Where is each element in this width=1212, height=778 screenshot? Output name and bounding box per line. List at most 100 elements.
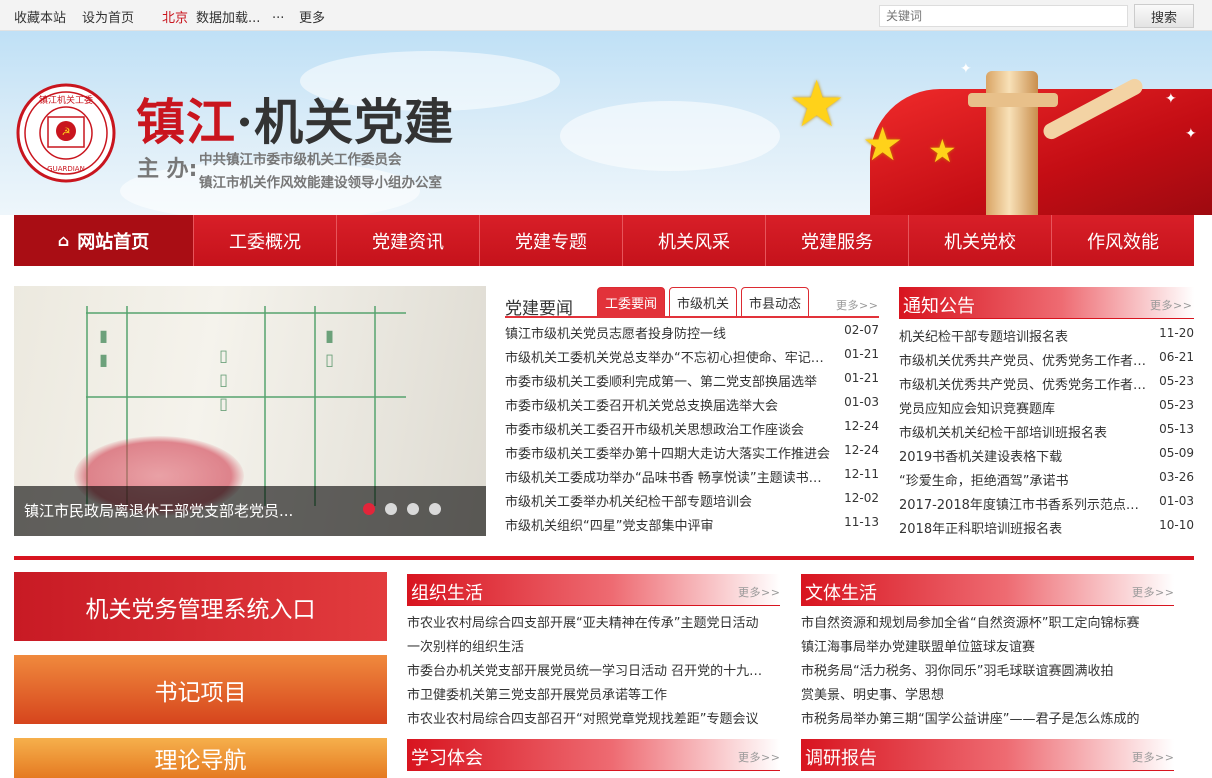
list-item-title[interactable]: 市级机关机关纪检干部培训班报名表 xyxy=(899,422,1151,441)
list-item[interactable]: 市级机关优秀共产党员、优秀党务工作者推荐表 06-21 xyxy=(899,350,1194,370)
nav-item-style[interactable]: 机关风采 xyxy=(622,215,765,266)
list-item[interactable]: 市税务局“活力税务、羽你同乐”羽毛球联谊赛圆满收拍 xyxy=(801,660,1174,680)
culture-header: 文体生活 更多>> xyxy=(801,574,1174,606)
slide-dot-2[interactable] xyxy=(385,503,397,515)
list-item-title[interactable]: 市委市级机关工委顺利完成第一、第二党支部换届选举 xyxy=(505,371,830,390)
list-item-title[interactable]: 2018年正科职培训班报名表 xyxy=(899,518,1151,537)
list-item-title[interactable]: 市级机关优秀共产党员、优秀党务工作者推荐表 xyxy=(899,350,1151,369)
list-item[interactable]: 市级机关机关纪检干部培训班报名表 05-13 xyxy=(899,422,1194,442)
notice-more-link[interactable]: 更多>> xyxy=(1150,297,1192,313)
research-title: 调研报告 xyxy=(805,748,877,769)
list-item[interactable]: 市委市级机关工委顺利完成第一、第二党支部换届选举 01-21 xyxy=(505,371,879,391)
list-item-title[interactable]: 一次别样的组织生活 xyxy=(407,636,769,655)
culture-list: 市自然资源和规划局参加全省“自然资源杯”职工定向锦标赛 镇江海事局举办党建联盟单… xyxy=(801,612,1174,732)
list-item-title[interactable]: 市委台办机关党支部开展党员统一学习日活动 召开党的十九届四中全会精神学习会 xyxy=(407,660,769,679)
list-item[interactable]: 市卫健委机关第三党支部开展党员承诺等工作 xyxy=(407,684,780,704)
notice-header: 通知公告 更多>> xyxy=(899,287,1194,319)
list-item-title[interactable]: 市级机关组织“四星”党支部集中评审 xyxy=(505,515,830,534)
list-item[interactable]: 市税务局举办第三期“国学公益讲座”——君子是怎么炼成的 xyxy=(801,708,1174,728)
list-item[interactable]: 市级机关优秀共产党员、优秀党务工作者名单 05-23 xyxy=(899,374,1194,394)
tab-work-news[interactable]: 工委要闻 xyxy=(597,287,665,317)
list-item-date: 03-26 xyxy=(1159,470,1194,484)
list-item-title[interactable]: 2017-2018年度镇江市书香系列示范点名单 xyxy=(899,494,1151,513)
image-slider[interactable]: ▮ ▮ ▯ ▯ ▯ ▮ ▯ 镇江市民政局离退休干部党支部老党员... xyxy=(14,286,486,536)
list-item[interactable]: 镇江市级机关党员志愿者投身防控一线 02-07 xyxy=(505,323,879,343)
list-item[interactable]: 党员应知应会知识竞赛题库 05-23 xyxy=(899,398,1194,418)
list-item-title[interactable]: 市级机关工委成功举办“品味书香 畅享悦读”主题读书活动 xyxy=(505,467,830,486)
news-more-link[interactable]: 更多>> xyxy=(836,297,878,313)
list-item-title[interactable]: 市自然资源和规划局参加全省“自然资源杯”职工定向锦标赛 xyxy=(801,612,1166,631)
research-more-link[interactable]: 更多>> xyxy=(1132,749,1174,765)
list-item-title[interactable]: 市级机关优秀共产党员、优秀党务工作者名单 xyxy=(899,374,1151,393)
list-item-title[interactable]: 市农业农村局综合四支部开展“亚夫精神在传承”主题党日活动 xyxy=(407,612,769,631)
slide-dot-4[interactable] xyxy=(429,503,441,515)
bookmark-link[interactable]: 收藏本站 xyxy=(14,7,66,26)
list-item-title[interactable]: 市卫健委机关第三党支部开展党员承诺等工作 xyxy=(407,684,769,703)
list-item[interactable]: 赏美景、明史事、学思想 xyxy=(801,684,1174,704)
party-system-entry-button[interactable]: 机关党务管理系统入口 xyxy=(14,572,387,641)
list-item[interactable]: “珍爱生命，拒绝酒驾”承诺书 03-26 xyxy=(899,470,1194,490)
list-item-title[interactable]: 党员应知应会知识竞赛题库 xyxy=(899,398,1151,417)
list-item[interactable]: 市级机关组织“四星”党支部集中评审 11-13 xyxy=(505,515,879,535)
org-life-more-link[interactable]: 更多>> xyxy=(738,584,780,600)
list-item-title[interactable]: 市税务局“活力税务、羽你同乐”羽毛球联谊赛圆满收拍 xyxy=(801,660,1166,679)
huabiao-top xyxy=(968,93,1058,107)
list-item[interactable]: 市级机关工委举办机关纪检干部专题培训会 12-02 xyxy=(505,491,879,511)
list-item[interactable]: 市委市级机关工委召开机关党总支换届选举大会 01-03 xyxy=(505,395,879,415)
list-item[interactable]: 市委市级机关工委召开市级机关思想政治工作座谈会 12-24 xyxy=(505,419,879,439)
nav-item-overview[interactable]: 工委概况 xyxy=(193,215,336,266)
list-item[interactable]: 市级机关工委机关党总支举办“不忘初心担使命、牢记使命... 01-21 xyxy=(505,347,879,367)
list-item[interactable]: 2018年正科职培训班报名表 10-10 xyxy=(899,518,1194,538)
tab-county-news[interactable]: 市县动态 xyxy=(741,287,809,317)
list-item-title[interactable]: 市农业农村局综合四支部召开“对照党章党规找差距”专题会议 xyxy=(407,708,769,727)
study-more-link[interactable]: 更多>> xyxy=(738,749,780,765)
nav-item-school[interactable]: 机关党校 xyxy=(908,215,1051,266)
list-item-title[interactable]: 市委市级机关工委召开机关党总支换届选举大会 xyxy=(505,395,830,414)
list-item-title[interactable]: 市级机关工委机关党总支举办“不忘初心担使命、牢记使命... xyxy=(505,347,830,366)
list-item[interactable]: 2017-2018年度镇江市书香系列示范点名单 01-03 xyxy=(899,494,1194,514)
search-input[interactable] xyxy=(879,5,1128,27)
nav-item-efficiency[interactable]: 作风效能 xyxy=(1051,215,1194,266)
dove-icon: ✦ xyxy=(1165,91,1177,107)
list-item[interactable]: 市委台办机关党支部开展党员统一学习日活动 召开党的十九届四中全会精神学习会 xyxy=(407,660,780,680)
list-item[interactable]: 一次别样的组织生活 xyxy=(407,636,780,656)
tab-city-organs[interactable]: 市级机关 xyxy=(669,287,737,317)
list-item-title[interactable]: “珍爱生命，拒绝酒驾”承诺书 xyxy=(899,470,1151,489)
list-item-title[interactable]: 镇江海事局举办党建联盟单位篮球友谊赛 xyxy=(801,636,1166,655)
list-item-title[interactable]: 机关纪检干部专题培训报名表 xyxy=(899,326,1151,345)
nav-item-home[interactable]: ⌂ 网站首页 xyxy=(14,215,193,266)
list-item[interactable]: 市委市级机关工委举办第十四期大走访大落实工作推进会 12-24 xyxy=(505,443,879,463)
top-bar: 收藏本站 设为首页 北京 数据加载... ... 更多 搜索 xyxy=(0,0,1212,31)
culture-more-link[interactable]: 更多>> xyxy=(1132,584,1174,600)
nav-item-news[interactable]: 党建资讯 xyxy=(336,215,479,266)
slide-dot-3[interactable] xyxy=(407,503,419,515)
list-item-date: 01-21 xyxy=(844,371,879,385)
list-item-title[interactable]: 镇江市级机关党员志愿者投身防控一线 xyxy=(505,323,830,342)
list-item-date: 01-21 xyxy=(844,347,879,361)
secretary-project-button[interactable]: 书记项目 xyxy=(14,655,387,724)
weather-more-link[interactable]: 更多 xyxy=(299,7,325,26)
list-item[interactable]: 市级机关工委成功举办“品味书香 畅享悦读”主题读书活动 12-11 xyxy=(505,467,879,487)
slide-caption[interactable]: 镇江市民政局离退休干部党支部老党员... xyxy=(24,500,293,521)
nav-item-service[interactable]: 党建服务 xyxy=(765,215,908,266)
search-button[interactable]: 搜索 xyxy=(1134,4,1194,28)
slide-dot-1[interactable] xyxy=(363,503,375,515)
list-item-title[interactable]: 市税务局举办第三期“国学公益讲座”——君子是怎么炼成的 xyxy=(801,708,1166,727)
list-item[interactable]: 市农业农村局综合四支部开展“亚夫精神在传承”主题党日活动 xyxy=(407,612,780,632)
list-item[interactable]: 机关纪检干部专题培训报名表 11-20 xyxy=(899,326,1194,346)
list-item-title[interactable]: 赏美景、明史事、学思想 xyxy=(801,684,1166,703)
nav-item-topics[interactable]: 党建专题 xyxy=(479,215,622,266)
list-item[interactable]: 镇江海事局举办党建联盟单位篮球友谊赛 xyxy=(801,636,1174,656)
theory-guide-button[interactable]: 理论导航 xyxy=(14,738,387,778)
notice-title: 通知公告 xyxy=(903,296,975,317)
list-item[interactable]: 2019书香机关建设表格下载 05-09 xyxy=(899,446,1194,466)
list-item-date: 01-03 xyxy=(844,395,879,409)
list-item-title[interactable]: 市委市级机关工委举办第十四期大走访大落实工作推进会 xyxy=(505,443,830,462)
list-item[interactable]: 市农业农村局综合四支部召开“对照党章党规找差距”专题会议 xyxy=(407,708,780,728)
list-item-title[interactable]: 市级机关工委举办机关纪检干部专题培训会 xyxy=(505,491,830,510)
star-icon: ★ xyxy=(788,68,846,142)
list-item[interactable]: 市自然资源和规划局参加全省“自然资源杯”职工定向锦标赛 xyxy=(801,612,1174,632)
list-item-title[interactable]: 市委市级机关工委召开市级机关思想政治工作座谈会 xyxy=(505,419,830,438)
list-item-title[interactable]: 2019书香机关建设表格下载 xyxy=(899,446,1151,465)
set-homepage-link[interactable]: 设为首页 xyxy=(82,7,134,26)
